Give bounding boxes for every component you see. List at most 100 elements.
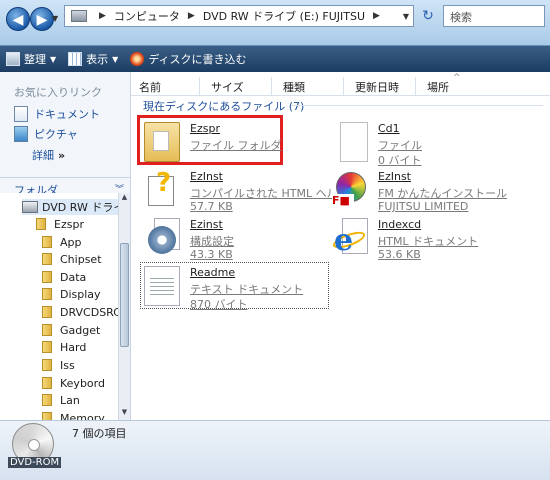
file-type: FM かんたんインストール: [378, 187, 508, 200]
folder-icon: [42, 236, 52, 248]
tree-item-label: Keybord: [60, 376, 105, 390]
file-company: FUJITSU LIMITED: [378, 200, 469, 213]
breadcrumb-chevron-icon[interactable]: ▶: [99, 11, 106, 21]
burn-disc-icon: [130, 52, 145, 66]
file-name: Ezspr: [190, 122, 220, 135]
refresh-button[interactable]: ↻: [418, 5, 438, 27]
ie-logo-icon: e: [334, 223, 354, 258]
tree-item[interactable]: Data: [42, 269, 86, 285]
burn-button[interactable]: ディスクに書き込む: [124, 46, 252, 72]
tree-item-label: Memory: [60, 411, 105, 421]
tree-item-label: DVD RW ドライブ: [42, 201, 118, 214]
file-item-ezinst-chm[interactable]: ? EzInst コンパイルされた HTML ヘル... 57.7 KB: [138, 166, 348, 216]
breadcrumb-chevron-icon[interactable]: ▶: [373, 11, 380, 21]
tree-item-label: Hard: [60, 340, 87, 354]
chevron-down-icon: ▼: [112, 54, 119, 64]
search-input[interactable]: 検索: [443, 5, 545, 27]
drive-label: DVD-ROM: [8, 457, 62, 468]
back-button[interactable]: ◀: [6, 7, 30, 31]
column-divider[interactable]: [415, 77, 416, 95]
forward-button[interactable]: ▶: [30, 7, 54, 31]
file-name: Cd1: [378, 122, 400, 135]
tree-item[interactable]: Gadget: [42, 322, 100, 338]
favorite-link-pictures[interactable]: ピクチャ: [14, 126, 78, 142]
column-header-location[interactable]: 場所: [427, 79, 449, 95]
tree-item[interactable]: Memory: [42, 410, 105, 420]
column-header-size[interactable]: サイズ: [211, 79, 244, 95]
column-divider[interactable]: [343, 77, 344, 95]
computer-icon: [71, 10, 87, 22]
blank-file-icon: [340, 122, 368, 162]
file-name: Readme: [190, 266, 236, 279]
details-pane: DVD-ROM 7 個の項目: [0, 420, 550, 480]
history-dropdown-icon[interactable]: ▼: [52, 14, 62, 24]
breadcrumb-dvd-drive[interactable]: DVD RW ドライブ (E:) FUJITSU: [203, 8, 365, 24]
views-icon: [68, 52, 83, 66]
breadcrumb-chevron-icon[interactable]: ▶: [188, 11, 195, 21]
file-type: コンパイルされた HTML ヘル...: [190, 187, 349, 200]
file-item-indexcd[interactable]: e Indexcd HTML ドキュメント 53.6 KB: [326, 214, 516, 264]
file-type: 構成設定: [190, 235, 234, 248]
tree-item[interactable]: Iss: [42, 357, 75, 373]
breadcrumb-computer[interactable]: コンピュータ: [114, 8, 180, 24]
column-header-type[interactable]: 種類: [283, 79, 305, 95]
group-header[interactable]: 現在ディスクにあるファイル (7): [143, 98, 304, 114]
views-label: 表示: [86, 53, 109, 66]
column-divider[interactable]: [199, 77, 200, 95]
tree-item-label: Iss: [60, 358, 75, 372]
address-dropdown-icon[interactable]: ▼: [403, 12, 409, 21]
tree-item-dvd-drive[interactable]: DVD RW ドライブ: [22, 199, 118, 215]
file-item-ezspr-folder[interactable]: Ezspr ファイル フォルダ: [138, 118, 328, 168]
organize-button[interactable]: 整理 ▼: [0, 46, 62, 72]
tree-item[interactable]: App: [42, 234, 82, 250]
question-mark-icon: ?: [156, 168, 172, 198]
favorite-link-label: ピクチャ: [34, 128, 78, 141]
navigation-pane: お気に入りリンク ドキュメント ピクチャ 詳細» フォルダ ︾ DVD RW ド…: [0, 72, 131, 420]
folder-icon: [42, 394, 52, 406]
settings-file-icon: [144, 218, 180, 258]
folder-icon: [42, 341, 52, 353]
column-header-modified[interactable]: 更新日時: [355, 79, 399, 95]
favorite-link-documents[interactable]: ドキュメント: [14, 106, 100, 122]
tree-item[interactable]: Display: [42, 286, 101, 302]
file-item-readme[interactable]: Readme テキスト ドキュメント 870 バイト: [138, 262, 328, 312]
column-divider[interactable]: [271, 77, 272, 95]
burn-label: ディスクに書き込む: [148, 53, 247, 66]
dvd-drive-icon: [22, 201, 38, 213]
file-name: EzInst: [190, 170, 223, 183]
tree-item[interactable]: Chipset: [42, 251, 102, 267]
organize-label: 整理: [24, 53, 46, 66]
tree-item-ezspr[interactable]: Ezspr: [36, 216, 84, 232]
folder-icon: [42, 306, 52, 318]
tree-item-label: Display: [60, 287, 101, 301]
favorite-link-label: ドキュメント: [34, 108, 100, 121]
chevron-down-icon: ▼: [50, 54, 57, 64]
tree-item[interactable]: Hard: [42, 339, 86, 355]
explorer-window: ◀ ▶ ▼ ▶ コンピュータ ▶ DVD RW ドライブ (E:) FUJITS…: [0, 0, 550, 480]
tree-scrollbar[interactable]: ▲ ▼: [118, 193, 130, 420]
file-item-ezinst-exe[interactable]: F■ EzInst FM かんたんインストール FUJITSU LIMITED: [326, 166, 516, 216]
file-size: 870 バイト: [190, 298, 248, 311]
file-size: 57.7 KB: [190, 200, 233, 213]
group-divider: [291, 105, 543, 106]
folder-icon: [42, 324, 52, 336]
more-links[interactable]: 詳細 »: [32, 147, 65, 163]
file-item-cd1[interactable]: Cd1 ファイル 0 バイト: [326, 118, 516, 168]
pictures-icon: [14, 126, 28, 142]
help-file-icon: ?: [144, 168, 180, 210]
tree-item[interactable]: Keybord: [42, 375, 105, 391]
views-button[interactable]: 表示 ▼: [62, 46, 124, 72]
scroll-up-icon[interactable]: ▲: [119, 193, 130, 205]
organize-icon: [6, 52, 20, 66]
tree-item-label: Ezspr: [54, 217, 84, 231]
tree-item[interactable]: Lan: [42, 392, 80, 408]
column-header-name[interactable]: 名前: [139, 79, 161, 95]
scrollbar-thumb[interactable]: [120, 243, 129, 347]
address-field[interactable]: ▶ コンピュータ ▶ DVD RW ドライブ (E:) FUJITSU ▶ ▼: [64, 5, 414, 27]
file-item-ezinst-ini[interactable]: Ezinst 構成設定 43.3 KB: [138, 214, 328, 264]
text-file-icon: [144, 266, 180, 306]
tree-item[interactable]: DRVCDSRC: [42, 304, 118, 320]
item-count: 7 個の項目: [72, 427, 127, 440]
scroll-down-icon[interactable]: ▼: [119, 408, 130, 420]
address-bar-area: ◀ ▶ ▼ ▶ コンピュータ ▶ DVD RW ドライブ (E:) FUJITS…: [0, 0, 550, 45]
